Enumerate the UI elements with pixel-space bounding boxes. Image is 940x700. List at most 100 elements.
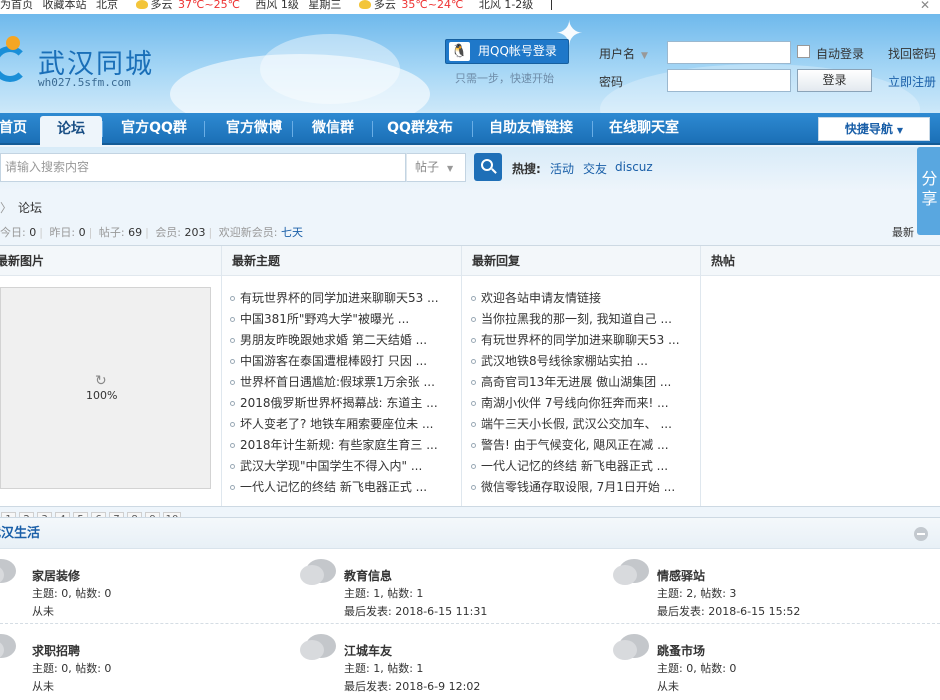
breadcrumb-current[interactable]: 论坛 <box>18 201 42 215</box>
forum-last-post: 最后发表: 2018-6-15 11:31 <box>344 605 488 618</box>
forum-stats: 今日: 0 | 昨日: 0 | 帖子: 69 | 会员: 203 | 欢迎新会员: 七天 <box>0 226 303 239</box>
close-icon[interactable]: ✕ <box>920 0 930 11</box>
section-title[interactable]: 武汉生活 <box>0 526 40 541</box>
list-item[interactable]: 2018俄罗斯世界杯揭幕战: 东道主 ... <box>228 393 439 414</box>
stats-posts-label: 帖子: <box>98 226 125 239</box>
list-item[interactable]: 一代人记忆的终结 新飞电器正式 ... <box>228 477 439 498</box>
password-input[interactable] <box>667 69 791 92</box>
stats-members-label: 会员: <box>155 226 182 239</box>
stats-yesterday-value: 0 <box>78 226 86 239</box>
register-link[interactable]: 立即注册 <box>888 73 936 90</box>
auto-login-label[interactable]: 自动登录 <box>816 45 864 62</box>
forum-last-post: 最后发表: 2018-6-9 12:02 <box>344 680 481 693</box>
list-item[interactable]: 武汉大学现"中国学生不得入内" ... <box>228 456 439 477</box>
list-item[interactable]: 男朋友昨晚跟她求婚 第二天结婚 ... <box>228 330 439 351</box>
list-item[interactable]: 微信零钱通存取设限, 7月1日开始 ... <box>469 477 680 498</box>
list-item[interactable]: 端午三天小长假, 武汉公交加车、 ... <box>469 414 680 435</box>
stats-members-value: 203 <box>184 226 206 239</box>
nav-item-chatroom[interactable]: 在线聊天室 <box>598 113 690 143</box>
forum-item[interactable]: 情感驿站 主题: 2, 帖数: 3 最后发表: 2018-6-15 15:52 <box>613 555 925 618</box>
qq-login-button[interactable]: 🐧 用QQ帐号登录 <box>445 39 569 64</box>
forum-item[interactable]: 求职招聘 主题: 0, 帖数: 0 从未 <box>0 630 300 693</box>
list-item[interactable]: 中国381所"野鸡大学"被曝光 ... <box>228 309 439 330</box>
search-type-label: 帖子 <box>415 160 440 174</box>
list-item[interactable]: 世界杯首日遇尴尬:假球票1万余张 ... <box>228 372 439 393</box>
temp-tomorrow: 35℃~24℃ <box>401 0 464 11</box>
forum-name[interactable]: 情感驿站 <box>657 567 705 584</box>
list-item[interactable]: 高奇官司13年无进展 傲山湖集团 ... <box>469 372 680 393</box>
list-item[interactable]: 有玩世界杯的同学加进来聊聊天53 ... <box>228 288 439 309</box>
list-item[interactable]: 武汉地铁8号线徐家棚站实拍 ... <box>469 351 680 372</box>
forum-meta: 主题: 1, 帖数: 1 <box>344 587 424 600</box>
list-item[interactable]: 欢迎各站申请友情链接 <box>469 288 680 309</box>
set-home-link[interactable]: 为首页 <box>0 0 33 10</box>
nav-item-friend-links[interactable]: 自助友情链接 <box>478 113 584 143</box>
list-item[interactable]: 当你拉黑我的那一刻, 我知道自己 ... <box>469 309 680 330</box>
username-type-select[interactable]: 用户名 ▼ <box>599 45 648 62</box>
list-item[interactable]: 2018年计生新规: 有些家庭生育三 ... <box>228 435 439 456</box>
password-label: 密码 <box>599 75 624 89</box>
forum-last-post: 最后发表: 2018-6-15 15:52 <box>657 605 801 618</box>
list-item[interactable]: 一代人记忆的终结 新飞电器正式 ... <box>469 456 680 477</box>
username-input[interactable] <box>667 41 791 64</box>
forum-name[interactable]: 江城车友 <box>344 642 392 659</box>
share-tab[interactable]: 分享 <box>917 147 940 235</box>
find-password-link[interactable]: 找回密码 <box>888 45 936 62</box>
hot-link-dating[interactable]: 交友 <box>583 160 607 177</box>
collapse-icon[interactable] <box>914 527 928 541</box>
search-bar: 请输入搜索内容 帖子 ▼ 热搜: 活动 交友 discuz <box>0 147 940 191</box>
forum-name[interactable]: 教育信息 <box>344 567 392 584</box>
latest-link[interactable]: 最新 <box>892 224 914 240</box>
breadcrumb: 〉论坛 <box>0 199 42 216</box>
list-item[interactable]: 坏人变老了? 地铁车厢索要座位未 ... <box>228 414 439 435</box>
qq-login-hint: 只需一步，快速开始 <box>455 72 554 85</box>
site-logo-icon[interactable] <box>0 36 32 86</box>
search-type-select[interactable]: 帖子 ▼ <box>406 153 466 182</box>
forum-meta: 主题: 2, 帖数: 3 <box>657 587 737 600</box>
hot-link-activity[interactable]: 活动 <box>550 160 574 177</box>
quick-nav-button[interactable]: 快捷导航 ▼ <box>818 117 930 141</box>
caret-down-icon: ▼ <box>896 126 904 135</box>
column-divider <box>700 246 701 506</box>
forum-name[interactable]: 求职招聘 <box>32 642 80 659</box>
list-item[interactable]: 有玩世界杯的同学加进来聊聊天53 ... <box>469 330 680 351</box>
forum-item[interactable]: 家居装修 主题: 0, 帖数: 0 从未 <box>0 555 300 618</box>
forum-item[interactable]: 教育信息 主题: 1, 帖数: 1 最后发表: 2018-6-15 11:31 <box>300 555 612 618</box>
nav-divider <box>292 121 293 137</box>
weather-cloudy-icon <box>358 0 371 9</box>
forum-item[interactable]: 江城车友 主题: 1, 帖数: 1 最后发表: 2018-6-9 12:02 <box>300 630 612 693</box>
col-head-hot: 热帖 <box>701 246 940 276</box>
bookmark-link[interactable]: 收藏本站 <box>43 0 87 10</box>
forum-name[interactable]: 家居装修 <box>32 567 80 584</box>
list-item[interactable]: 南湖小伙伴 7号线向你狂奔而来! ... <box>469 393 680 414</box>
nav-item-wechat[interactable]: 微信群 <box>298 113 368 143</box>
hot-search-label: 热搜: <box>512 162 541 176</box>
forum-name[interactable]: 跳蚤市场 <box>657 642 705 659</box>
list-item[interactable]: 警告! 由于气候变化, 飓风正在减 ... <box>469 435 680 456</box>
portal-box: 最新图片 最新主题 最新回复 热帖 ↻ 100% 12345678910 有玩世… <box>0 245 940 527</box>
search-input[interactable]: 请输入搜索内容 <box>0 153 406 182</box>
nav-item-weibo[interactable]: 官方微博 <box>210 113 298 143</box>
slideshow-loading: 100% <box>86 389 118 402</box>
list-item[interactable]: 中国游客在泰国遭棍棒殴打 只因 ... <box>228 351 439 372</box>
stats-yesterday-label: 昨日: <box>49 226 76 239</box>
search-button[interactable] <box>474 153 502 181</box>
forum-bubble-icon <box>613 559 653 589</box>
nav-divider <box>372 121 373 137</box>
nav-item-forum[interactable]: 论坛 <box>40 116 102 145</box>
stats-today-value: 0 <box>29 226 37 239</box>
newest-member-link[interactable]: 七天 <box>281 226 303 239</box>
city-label: 北京 <box>96 0 118 11</box>
text-cursor <box>550 0 552 10</box>
temp-today: 37℃~25℃ <box>178 0 240 11</box>
nav-item-home[interactable]: 首页 <box>0 113 30 143</box>
image-slideshow[interactable]: ↻ 100% 12345678910 <box>0 287 211 527</box>
main-nav: 首页 论坛 官方QQ群 官方微博 微信群 QQ群发布 自助友情链接 在线聊天室 … <box>0 113 940 145</box>
nav-item-qq-group[interactable]: 官方QQ群 <box>110 113 198 143</box>
hot-link-discuz[interactable]: discuz <box>615 160 653 174</box>
forum-bubble-icon <box>0 559 20 589</box>
nav-item-qq-publish[interactable]: QQ群发布 <box>378 113 462 143</box>
forum-item[interactable]: 跳蚤市场 主题: 0, 帖数: 0 从未 <box>613 630 925 693</box>
auto-login-checkbox[interactable] <box>797 45 810 58</box>
login-button[interactable]: 登录 <box>797 69 872 92</box>
